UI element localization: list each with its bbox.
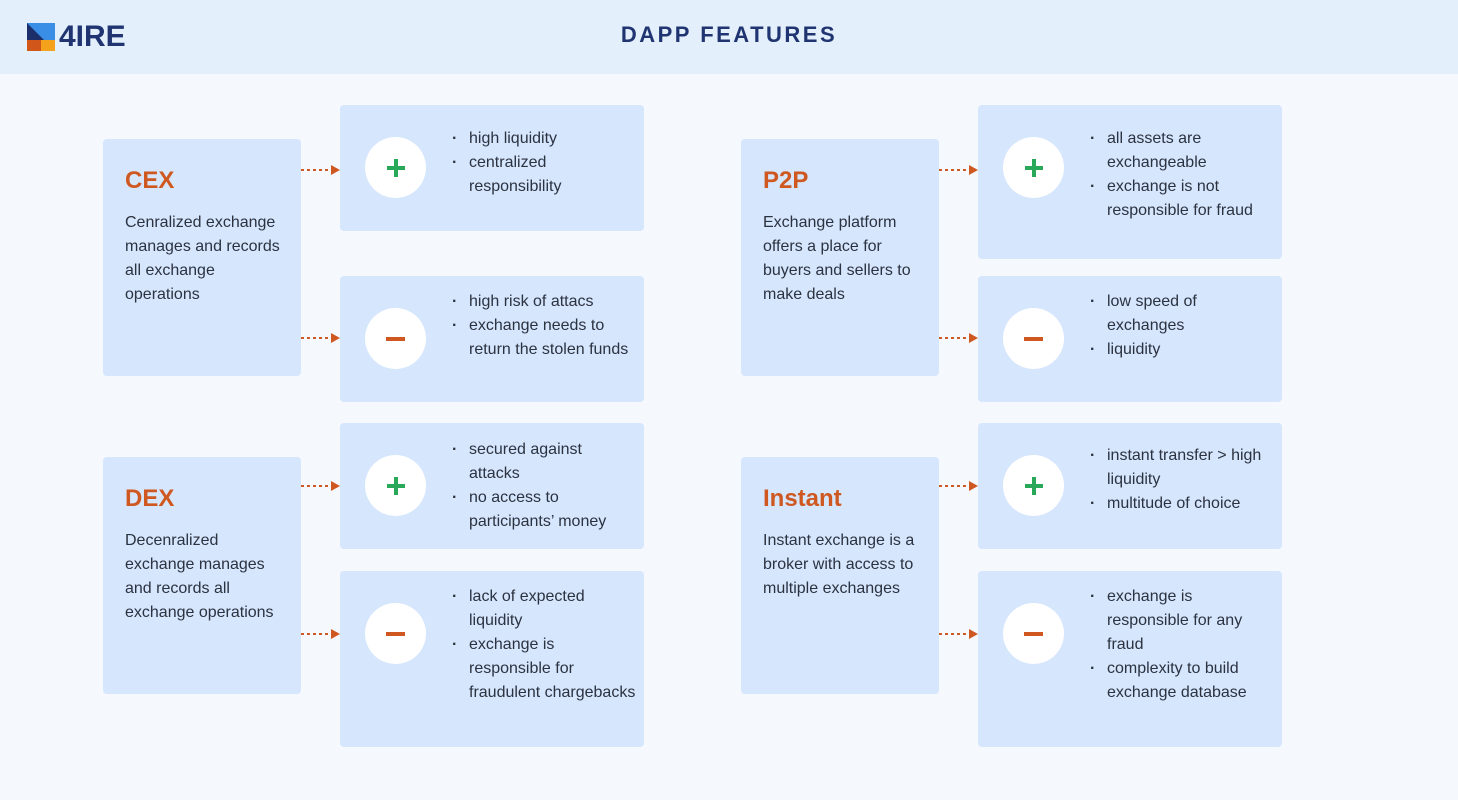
feature-box: DEX Decenralized exchange manages and re… (103, 457, 301, 694)
pros-item: centralized responsibility (452, 151, 637, 199)
feature-box: P2P Exchange platform offers a place for… (741, 139, 939, 376)
cons-box: exchange is responsible for any fraud co… (978, 571, 1282, 747)
cons-box: low speed of exchanges liquidity (978, 276, 1282, 402)
cons-list: low speed of exchanges liquidity (1090, 290, 1275, 362)
dotted-arrow-icon (301, 481, 340, 491)
dotted-arrow-icon (301, 165, 340, 175)
pros-box: secured against attacks no access to par… (340, 423, 644, 549)
cons-item: exchange needs to return the stolen fund… (452, 314, 637, 362)
feature-title: CEX (125, 167, 175, 194)
feature-description: Cenralized exchange manages and records … (125, 214, 280, 303)
cons-item: lack of expected liquidity (452, 585, 637, 633)
pros-item: all assets are exchangeable (1090, 127, 1275, 175)
cons-item: liquidity (1090, 338, 1275, 362)
pros-item: exchange is not responsible for fraud (1090, 175, 1275, 223)
cons-box: lack of expected liquidity exchange is r… (340, 571, 644, 747)
feature-title: Instant (763, 485, 842, 512)
feature-description: Instant exchange is a broker with access… (763, 532, 915, 597)
pros-item: high liquidity (452, 127, 637, 151)
feature-box: CEX Cenralized exchange manages and reco… (103, 139, 301, 376)
cons-item: exchange is responsible for any fraud (1090, 585, 1275, 657)
minus-icon (365, 308, 426, 369)
cons-item: exchange is responsible for fraudulent c… (452, 633, 637, 705)
feature-description: Decenralized exchange manages and record… (125, 532, 274, 621)
plus-icon (1003, 455, 1064, 516)
dotted-arrow-icon (939, 165, 978, 175)
plus-icon (1003, 137, 1064, 198)
pros-item: instant transfer > high liquidity (1090, 444, 1275, 492)
header-bar: 4IRE DAPP FEATURES (0, 0, 1458, 74)
dotted-arrow-icon (939, 481, 978, 491)
pros-list: high liquidity centralized responsibilit… (452, 127, 637, 199)
cons-box: high risk of attacs exchange needs to re… (340, 276, 644, 402)
plus-icon (365, 137, 426, 198)
feature-title: DEX (125, 485, 175, 512)
cons-item: low speed of exchanges (1090, 290, 1275, 338)
dotted-arrow-icon (939, 629, 978, 639)
pros-list: instant transfer > high liquidity multit… (1090, 444, 1275, 516)
minus-icon (1003, 603, 1064, 664)
pros-item: multitude of choice (1090, 492, 1275, 516)
pros-box: high liquidity centralized responsibilit… (340, 105, 644, 231)
minus-icon (365, 603, 426, 664)
plus-icon (365, 455, 426, 516)
pros-list: secured against attacks no access to par… (452, 438, 637, 534)
cons-list: exchange is responsible for any fraud co… (1090, 585, 1275, 705)
feature-title: P2P (763, 167, 809, 194)
feature-box: Instant Instant exchange is a broker wit… (741, 457, 939, 694)
pros-item: secured against attacks (452, 438, 637, 486)
feature-description: Exchange platform offers a place for buy… (763, 214, 911, 303)
pros-box: all assets are exchangeable exchange is … (978, 105, 1282, 259)
cons-item: complexity to build exchange database (1090, 657, 1275, 705)
pros-item: no access to participants’ money (452, 486, 637, 534)
pros-list: all assets are exchangeable exchange is … (1090, 127, 1275, 223)
minus-icon (1003, 308, 1064, 369)
dotted-arrow-icon (301, 629, 340, 639)
cons-list: high risk of attacs exchange needs to re… (452, 290, 637, 362)
page-title: DAPP FEATURES (620, 22, 838, 47)
cons-item: high risk of attacs (452, 290, 637, 314)
cons-list: lack of expected liquidity exchange is r… (452, 585, 637, 705)
dotted-arrow-icon (939, 333, 978, 343)
pros-box: instant transfer > high liquidity multit… (978, 423, 1282, 549)
dotted-arrow-icon (301, 333, 340, 343)
